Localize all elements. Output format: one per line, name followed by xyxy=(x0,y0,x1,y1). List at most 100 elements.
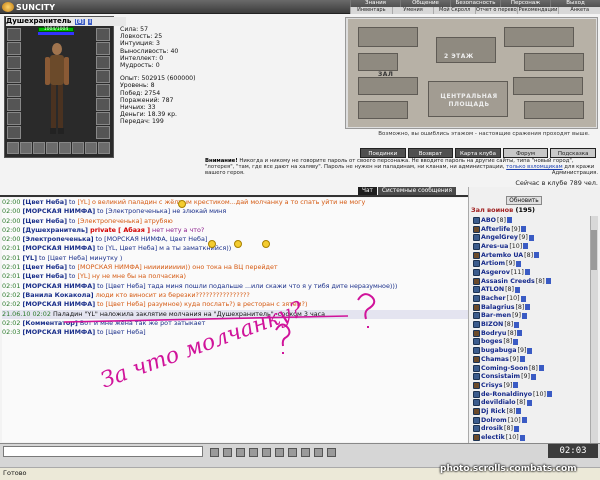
info-icon[interactable] xyxy=(517,330,523,337)
refresh-button[interactable]: Обновить xyxy=(506,196,542,205)
chat-time[interactable]: 02:01 xyxy=(2,244,20,252)
belt-slot[interactable] xyxy=(72,142,84,154)
player-name[interactable]: boges xyxy=(481,338,502,345)
player-row[interactable]: Ares-ua [10] xyxy=(473,242,590,251)
player-name[interactable]: Crisys xyxy=(481,382,503,389)
info-icon[interactable] xyxy=(545,278,551,285)
info-icon[interactable] xyxy=(521,226,527,233)
info-icon[interactable] xyxy=(534,252,540,259)
belt-slot[interactable] xyxy=(46,142,58,154)
player-row[interactable]: Bar-men [9] xyxy=(473,312,590,321)
top-menu-item[interactable]: Выход xyxy=(550,0,600,7)
player-name[interactable]: Dj Rick xyxy=(481,408,506,415)
action-button[interactable]: Поединки xyxy=(360,148,406,158)
info-icon[interactable] xyxy=(528,234,534,241)
equipment-slot[interactable] xyxy=(7,112,21,125)
belt-slot[interactable] xyxy=(98,142,110,154)
info-icon[interactable] xyxy=(523,243,529,250)
info-icon[interactable] xyxy=(515,260,521,267)
chat-author[interactable]: [Душехранитель] xyxy=(22,226,87,234)
player-row[interactable]: ATLON [8] xyxy=(473,286,590,295)
equipment-slot[interactable] xyxy=(96,84,110,97)
player-row[interactable]: Coming-Soon [8] xyxy=(473,364,590,373)
info-icon[interactable] xyxy=(519,434,525,441)
chat-time[interactable]: 02:02 xyxy=(2,291,20,299)
info-icon[interactable] xyxy=(514,321,520,328)
player-name[interactable]: Dolrom xyxy=(481,417,507,424)
equipment-slot[interactable] xyxy=(7,126,21,139)
player-row[interactable]: bugabuga [9] xyxy=(473,346,590,355)
belt-slot[interactable] xyxy=(59,142,71,154)
player-row[interactable]: Chamas [9] xyxy=(473,355,590,364)
info-icon[interactable] xyxy=(531,373,536,380)
sound-icon[interactable] xyxy=(288,447,297,457)
info-icon[interactable] xyxy=(506,217,512,224)
player-name[interactable]: Artemko UA xyxy=(481,252,523,259)
player-name[interactable]: BIZON xyxy=(481,321,503,328)
player-row[interactable]: Artemko UA [8] xyxy=(473,251,590,260)
chat-time[interactable]: 02:00 xyxy=(2,235,20,243)
translit-icon[interactable] xyxy=(262,447,271,457)
player-row[interactable]: Dolrom [10] xyxy=(473,416,590,425)
player-name[interactable]: bugabuga xyxy=(481,347,517,354)
belt-slot[interactable] xyxy=(20,142,32,154)
chat-author[interactable]: [Цвет Неба] xyxy=(22,198,67,206)
player-row[interactable]: Afterlife [9] xyxy=(473,225,590,234)
equipment-slot[interactable] xyxy=(7,70,21,83)
player-name[interactable]: Bodryu xyxy=(481,330,506,337)
info-icon[interactable] xyxy=(513,425,519,432)
player-row[interactable]: Balagrius [8] xyxy=(473,303,590,312)
chat-time[interactable]: 02:00 xyxy=(2,226,20,234)
player-name[interactable]: Consistaim xyxy=(481,373,520,380)
top-menu-item[interactable]: Безопасность xyxy=(450,0,500,7)
chat-author[interactable]: [Цвет Неба] xyxy=(22,263,67,271)
chat-author[interactable]: [МОРСКАЯ НИМФА] xyxy=(22,328,95,336)
top-menu-item[interactable]: Знания xyxy=(350,0,400,7)
top-menu-item[interactable]: Персонаж xyxy=(500,0,550,7)
sub-menu-item[interactable]: Умения xyxy=(391,7,434,14)
sub-menu-item[interactable]: Мой Скролл xyxy=(433,7,475,14)
player-row[interactable]: devildialo [8] xyxy=(473,398,590,407)
sub-menu-item[interactable]: Инвентарь xyxy=(350,7,392,14)
info-icon[interactable] xyxy=(516,408,522,415)
top-menu-item[interactable]: Общение xyxy=(400,0,450,7)
info-icon[interactable] xyxy=(522,312,528,319)
player-name[interactable]: ATLON xyxy=(481,286,504,293)
player-name[interactable]: electik xyxy=(481,434,505,441)
player-name[interactable]: Coming-Soon xyxy=(481,365,528,372)
info-icon[interactable] xyxy=(515,286,521,293)
equipment-slot[interactable] xyxy=(96,42,110,55)
filter-icon[interactable] xyxy=(249,447,258,457)
player-row[interactable]: boges [8] xyxy=(473,338,590,347)
refresh-chat-icon[interactable] xyxy=(314,447,323,457)
action-button[interactable]: Возврат xyxy=(407,148,454,158)
info-icon[interactable] xyxy=(521,417,527,424)
equipment-slot[interactable] xyxy=(96,126,110,139)
player-name[interactable]: AngelGrey xyxy=(481,234,518,241)
chat-time[interactable]: 02:01 xyxy=(2,254,20,262)
chat-input[interactable] xyxy=(3,446,203,457)
action-button[interactable]: Форум xyxy=(502,148,549,158)
player-name[interactable]: Balagrius xyxy=(481,304,514,311)
player-name[interactable]: Chamas xyxy=(481,356,509,363)
chat-author[interactable]: [Цвет Неба] xyxy=(22,272,67,280)
map-room[interactable] xyxy=(524,53,584,71)
belt-slot[interactable] xyxy=(85,142,97,154)
info-icon[interactable] xyxy=(527,347,533,354)
equipment-slot[interactable] xyxy=(96,56,110,69)
chat-author[interactable]: [Электропеченька] xyxy=(22,235,93,243)
scrollbar-thumb[interactable] xyxy=(591,230,597,270)
map-room[interactable] xyxy=(513,77,583,95)
player-name[interactable]: Bacher xyxy=(481,295,506,302)
equipment-slot[interactable] xyxy=(7,42,21,55)
player-row[interactable]: drosik [8] xyxy=(473,425,590,434)
player-name[interactable]: ABO xyxy=(481,217,496,224)
info-icon[interactable] xyxy=(520,295,526,302)
smiles-icon[interactable] xyxy=(223,447,232,457)
chat-author[interactable]: [Цвет Неба] xyxy=(22,217,67,225)
player-row[interactable]: Artiom [9] xyxy=(473,259,590,268)
player-name[interactable]: Assasin Creeds xyxy=(481,278,535,285)
exit-icon[interactable] xyxy=(327,447,336,457)
chat-time[interactable]: 02:02 xyxy=(2,319,20,327)
map-room[interactable] xyxy=(504,27,574,47)
